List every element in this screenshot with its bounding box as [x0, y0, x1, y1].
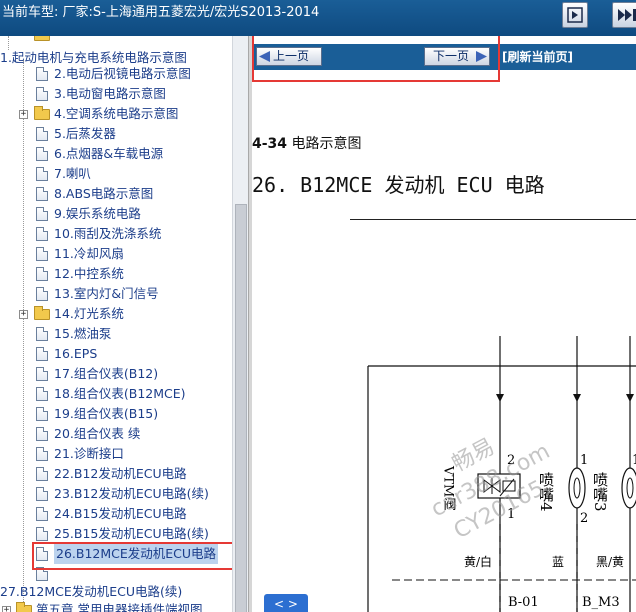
document-icon [36, 347, 48, 361]
document-icon [36, 327, 48, 341]
document-icon [36, 227, 48, 241]
document-icon [36, 387, 48, 401]
pin-label: 1 [632, 453, 636, 468]
document-icon [36, 367, 48, 381]
document-icon [36, 407, 48, 421]
play-icon [567, 7, 583, 23]
wire-color-label: 蓝 [552, 555, 564, 569]
document-icon [36, 247, 48, 261]
pin-label: 2 [580, 511, 588, 526]
document-icon [36, 287, 48, 301]
document-icon [36, 267, 48, 281]
document-icon [36, 507, 48, 521]
connector-label: B-01 [508, 595, 539, 610]
fast-forward-button[interactable] [612, 2, 636, 28]
figure-caption: 电路示意图 [291, 136, 362, 152]
fast-forward-icon [618, 9, 636, 21]
document-icon [36, 167, 48, 181]
folder-icon [16, 602, 32, 612]
document-icon [36, 67, 48, 81]
injector-3-symbol [621, 467, 636, 509]
section-title: 26. B12MCE 发动机 ECU 电路 [252, 173, 545, 197]
expand-icon[interactable]: + [2, 606, 11, 612]
play-button[interactable] [562, 2, 588, 28]
chapter-tree: 1.起动电机与充电系统电路示意图 2.电动后视镜电路示意图 3.电动窗电路示意图 +… [0, 36, 232, 612]
injector-3-label: 喷嘴3 [591, 472, 609, 512]
document-icon [36, 127, 48, 141]
app-header: 当前车型: 厂家:S-上海通用五菱宏光/宏光S2013-2014 [0, 0, 636, 36]
title-underline [350, 219, 636, 220]
expand-icon[interactable]: + [19, 110, 28, 119]
document-icon [36, 487, 48, 501]
selection-highlight-box [32, 542, 232, 570]
document-icon [36, 187, 48, 201]
document-icon [36, 527, 48, 541]
figure-label: 4-34 电路示意图 [252, 133, 362, 153]
document-icon [36, 87, 48, 101]
document-icon [36, 147, 48, 161]
wire-color-label: 黑/黄 [596, 555, 624, 569]
vehicle-model-title: 当前车型: 厂家:S-上海通用五菱宏光/宏光S2013-2014 [2, 5, 320, 20]
tree-scrollbar-thumb[interactable] [235, 204, 247, 612]
folder-icon [34, 36, 50, 41]
document-icon [36, 427, 48, 441]
expand-icon[interactable]: + [19, 310, 28, 319]
connector-label: B_M3 [582, 595, 620, 610]
tree-scrollbar[interactable] [232, 36, 248, 612]
injector-4-symbol [568, 467, 586, 509]
document-icon [36, 207, 48, 221]
nav-highlight-box [252, 36, 500, 82]
refresh-page-link[interactable]: [刷新当前页] [502, 48, 573, 65]
pin-label: 1 [580, 453, 588, 468]
folder-icon [34, 106, 50, 120]
document-icon [36, 467, 48, 481]
document-icon [36, 447, 48, 461]
wire-color-label: 黄/白 [464, 554, 492, 569]
page-nav-bubble[interactable]: < > [264, 594, 308, 612]
figure-number: 4-34 [252, 136, 288, 152]
folder-icon [34, 306, 50, 320]
